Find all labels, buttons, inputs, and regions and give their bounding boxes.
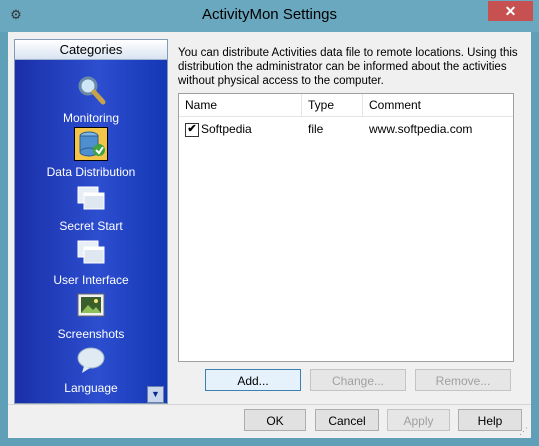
category-screenshots[interactable]: Screenshots bbox=[15, 290, 167, 344]
window-title: ActivityMon Settings bbox=[201, 6, 338, 23]
row-name: Softpedia bbox=[201, 122, 252, 136]
category-secret-start[interactable]: Secret Start bbox=[15, 182, 167, 236]
windows-icon bbox=[75, 236, 107, 268]
category-language[interactable]: Language bbox=[15, 344, 167, 398]
resize-grip-icon[interactable]: ⋰ bbox=[519, 426, 529, 436]
list-header: Name Type Comment bbox=[179, 94, 513, 117]
categories-header: Categories bbox=[15, 40, 167, 60]
picture-icon bbox=[75, 290, 107, 322]
speech-bubble-icon bbox=[75, 344, 107, 376]
scroll-down-button[interactable]: ▼ bbox=[147, 386, 164, 403]
categories-list: Monitoring Data Distribution Secret Star… bbox=[15, 60, 167, 403]
row-comment: www.softpedia.com bbox=[369, 122, 473, 136]
category-label: Secret Start bbox=[59, 219, 123, 233]
cancel-button[interactable]: Cancel bbox=[315, 409, 379, 431]
change-button[interactable]: Change... bbox=[310, 369, 406, 391]
apply-button[interactable]: Apply bbox=[387, 409, 450, 431]
categories-panel: Categories Monitoring Data Distribution bbox=[14, 39, 168, 404]
category-data-distribution[interactable]: Data Distribution bbox=[15, 127, 167, 182]
category-monitoring[interactable]: Monitoring bbox=[15, 74, 167, 128]
windows-icon bbox=[75, 182, 107, 214]
add-button[interactable]: Add... bbox=[205, 369, 301, 391]
row-checkbox[interactable]: ✔ bbox=[185, 123, 199, 137]
title-bar[interactable]: ⚙ ActivityMon Settings ✕ bbox=[0, 0, 539, 32]
column-header-type[interactable]: Type bbox=[302, 94, 363, 116]
close-button[interactable]: ✕ bbox=[488, 1, 533, 21]
settings-window: ⚙ ActivityMon Settings ✕ Categories Moni… bbox=[0, 0, 539, 446]
category-label: Screenshots bbox=[57, 327, 125, 341]
footer-divider bbox=[8, 404, 531, 405]
category-label: Monitoring bbox=[62, 111, 120, 125]
destinations-list[interactable]: Name Type Comment ✔ Softpedia file www.s… bbox=[178, 93, 514, 362]
row-type: file bbox=[308, 122, 324, 136]
column-header-comment[interactable]: Comment bbox=[363, 94, 513, 116]
help-button[interactable]: Help bbox=[458, 409, 522, 431]
category-label: Language bbox=[64, 381, 118, 395]
magnifier-icon bbox=[75, 74, 107, 106]
category-user-interface[interactable]: User Interface bbox=[15, 236, 167, 290]
description-text: You can distribute Activities data file … bbox=[178, 47, 518, 87]
column-header-name[interactable]: Name bbox=[179, 94, 302, 116]
ok-button[interactable]: OK bbox=[244, 409, 306, 431]
database-icon bbox=[74, 127, 108, 161]
category-label: User Interface bbox=[53, 273, 129, 287]
remove-button[interactable]: Remove... bbox=[415, 369, 511, 391]
list-row[interactable]: ✔ Softpedia file www.softpedia.com bbox=[179, 120, 513, 138]
dialog-client-area: Categories Monitoring Data Distribution bbox=[8, 32, 531, 438]
category-label: Data Distribution bbox=[46, 165, 136, 179]
